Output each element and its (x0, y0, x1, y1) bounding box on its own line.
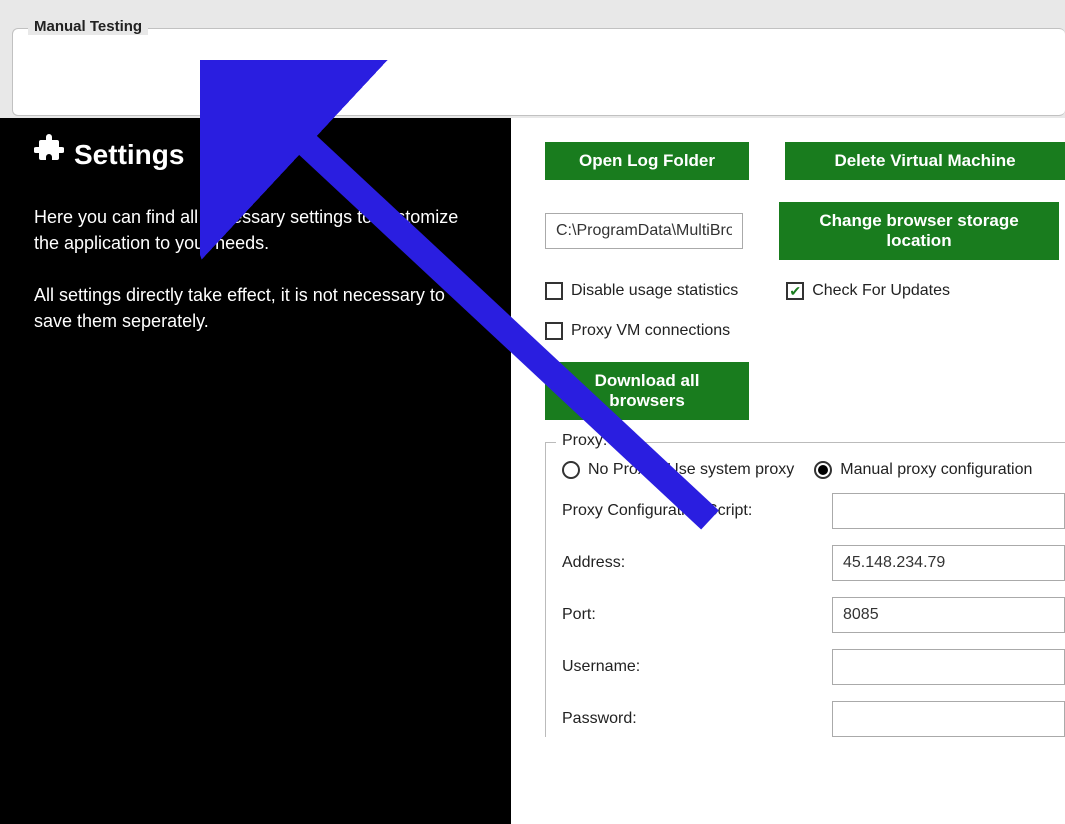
checkbox-empty-icon (545, 322, 563, 340)
radio-unselected-icon (562, 461, 580, 479)
disable-usage-stats-checkbox[interactable]: Disable usage statistics (545, 282, 738, 300)
checkbox-checked-icon: ✔ (786, 282, 804, 300)
sidebar-text-2: All settings directly take effect, it is… (34, 282, 483, 334)
checkbox-label: Proxy VM connections (571, 322, 730, 340)
settings-heading: Settings (34, 134, 483, 176)
radio-selected-icon (814, 461, 832, 479)
checkbox-empty-icon (545, 282, 563, 300)
sidebar: Settings Here you can find all necessary… (0, 118, 511, 824)
password-input[interactable] (832, 701, 1065, 737)
port-label: Port: (562, 606, 822, 624)
delete-vm-button[interactable]: Delete Virtual Machine (785, 142, 1065, 180)
radio-label: Manual proxy configuration (840, 461, 1032, 479)
proxy-vm-checkbox[interactable]: Proxy VM connections (545, 322, 730, 340)
panel-title: Manual Testing (28, 18, 148, 35)
tab-panel-border (12, 28, 1065, 116)
no-proxy-radio[interactable]: No Proxy / Use system proxy (562, 461, 794, 479)
settings-form: Open Log Folder Delete Virtual Machine C… (511, 118, 1065, 824)
checkbox-label: Disable usage statistics (571, 282, 738, 300)
address-label: Address: (562, 554, 822, 572)
proxy-script-label: Proxy Configuration Script: (562, 502, 822, 520)
storage-path-input[interactable] (545, 213, 743, 249)
checkbox-label: Check For Updates (812, 282, 950, 300)
content-area: Settings Here you can find all necessary… (0, 118, 1065, 824)
proxy-legend: Proxy: (556, 432, 613, 450)
username-input[interactable] (832, 649, 1065, 685)
open-log-folder-button[interactable]: Open Log Folder (545, 142, 749, 180)
change-storage-location-button[interactable]: Change browser storage location (779, 202, 1059, 260)
password-label: Password: (562, 710, 822, 728)
username-label: Username: (562, 658, 822, 676)
sidebar-text-1: Here you can find all necessary settings… (34, 204, 483, 256)
address-input[interactable] (832, 545, 1065, 581)
puzzle-icon (34, 134, 64, 176)
download-all-browsers-button[interactable]: Download all browsers (545, 362, 749, 420)
proxy-script-input[interactable] (832, 493, 1065, 529)
manual-proxy-radio[interactable]: Manual proxy configuration (814, 461, 1032, 479)
proxy-fieldset: Proxy: No Proxy / Use system proxy Manua… (545, 442, 1065, 737)
heading-text: Settings (74, 135, 184, 176)
radio-label: No Proxy / Use system proxy (588, 461, 794, 479)
check-for-updates-checkbox[interactable]: ✔ Check For Updates (786, 282, 950, 300)
port-input[interactable] (832, 597, 1065, 633)
